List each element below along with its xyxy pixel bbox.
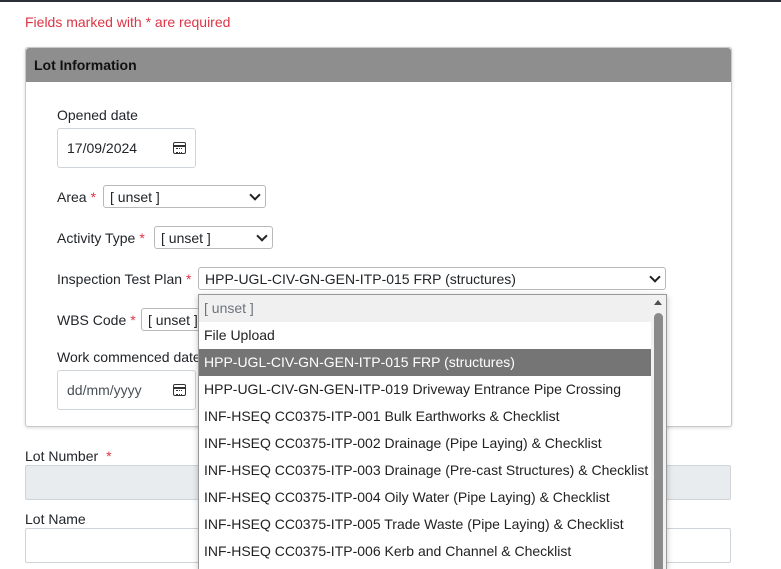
lot-number-label: Lot Number * <box>25 448 112 464</box>
chevron-down-icon <box>249 188 261 201</box>
scroll-up-arrow-icon[interactable] <box>654 300 662 305</box>
opened-date-value: 17/09/2024 <box>67 140 138 156</box>
required-fields-note: Fields marked with * are required <box>25 14 231 30</box>
activity-type-label: Activity Type * <box>57 230 145 246</box>
chevron-down-icon <box>649 270 661 283</box>
dropdown-option[interactable]: INF-HSEQ CC0375-ITP-002 Drainage (Pipe L… <box>199 430 652 457</box>
scrollbar-thumb[interactable] <box>654 313 663 569</box>
activity-type-value: [ unset ] <box>161 229 211 246</box>
dropdown-option[interactable]: HPP-UGL-CIV-GN-GEN-ITP-019 Driveway Entr… <box>199 376 652 403</box>
dropdown-scrollbar[interactable] <box>651 295 666 569</box>
dropdown-option[interactable]: File Upload <box>199 322 652 349</box>
inspection-test-plan-dropdown[interactable]: [ unset ] File Upload HPP-UGL-CIV-GN-GEN-I… <box>198 294 667 569</box>
work-commenced-date-input[interactable]: dd/mm/yyyy <box>57 370 196 410</box>
calendar-icon[interactable] <box>173 142 186 154</box>
lot-name-label: Lot Name <box>25 511 86 527</box>
area-select[interactable]: [ unset ] <box>103 185 266 208</box>
section-title: Lot Information <box>26 48 731 82</box>
activity-type-select[interactable]: [ unset ] <box>154 226 273 249</box>
dropdown-option[interactable]: INF-HSEQ CC0375-ITP-006 Kerb and Channel… <box>199 538 652 565</box>
dropdown-option[interactable]: INF-HSEQ CC0375-ITP-004 Oily Water (Pipe… <box>199 484 652 511</box>
dropdown-option[interactable]: [ unset ] <box>199 295 652 322</box>
dropdown-option[interactable]: INF-HSEQ CC0375-ITP-003 Drainage (Pre-ca… <box>199 457 652 484</box>
dropdown-option[interactable]: HPP-UGL-CIV-GN-GEN-ITP-015 FRP (structur… <box>199 349 652 376</box>
top-border <box>0 0 781 2</box>
dropdown-option[interactable]: INF-HSEQ CC0375-ITP-007 <box>199 565 652 569</box>
opened-date-input[interactable]: 17/09/2024 <box>57 128 196 168</box>
dropdown-option[interactable]: INF-HSEQ CC0375-ITP-005 Trade Waste (Pip… <box>199 511 652 538</box>
inspection-test-plan-label: Inspection Test Plan * <box>57 271 192 287</box>
area-label: Area * <box>57 189 97 205</box>
wbs-code-label: WBS Code * <box>57 312 136 328</box>
opened-date-label: Opened date <box>57 107 138 123</box>
area-value: [ unset ] <box>110 188 160 205</box>
work-commenced-date-placeholder: dd/mm/yyyy <box>67 382 142 398</box>
inspection-test-plan-value: HPP-UGL-CIV-GN-GEN-ITP-015 FRP (structur… <box>205 270 516 287</box>
calendar-icon[interactable] <box>173 384 186 396</box>
inspection-test-plan-select[interactable]: HPP-UGL-CIV-GN-GEN-ITP-015 FRP (structur… <box>198 267 666 290</box>
work-commenced-date-label: Work commenced date <box>57 349 201 365</box>
dropdown-option[interactable]: INF-HSEQ CC0375-ITP-001 Bulk Earthworks … <box>199 403 652 430</box>
dropdown-option-list: [ unset ] File Upload HPP-UGL-CIV-GN-GEN-I… <box>199 295 666 569</box>
chevron-down-icon <box>256 229 268 242</box>
